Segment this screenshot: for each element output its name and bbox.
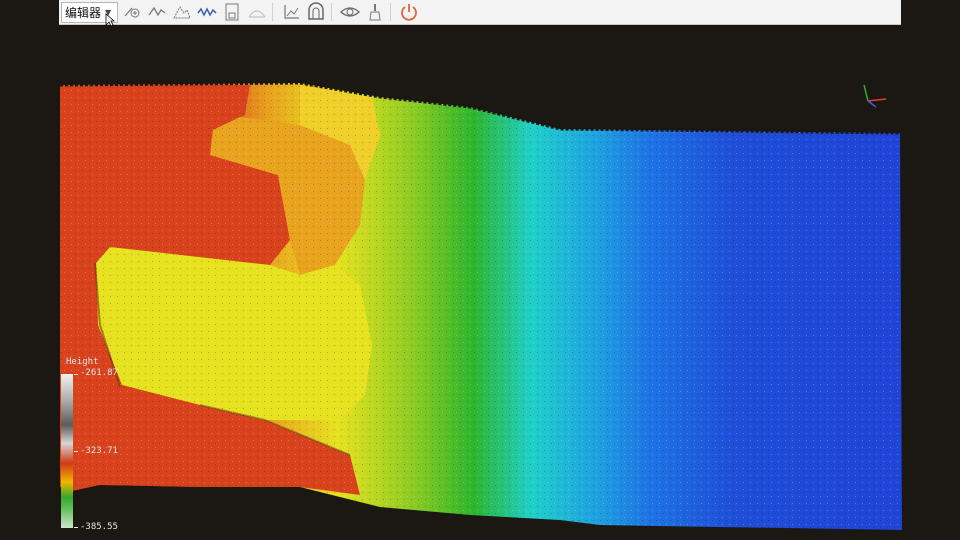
brush-icon[interactable] <box>364 1 386 23</box>
save-icon[interactable] <box>221 1 243 23</box>
measure-angle-icon[interactable] <box>246 1 268 23</box>
segment-icon[interactable] <box>121 1 143 23</box>
toolbar-separator <box>331 3 333 21</box>
legend-color-bar <box>61 374 73 528</box>
legend-title: Height <box>66 357 99 367</box>
polyline-icon[interactable] <box>146 1 168 23</box>
tunnel-icon[interactable] <box>305 1 327 23</box>
toolbar-separator <box>390 3 392 21</box>
legend-tick <box>74 451 78 452</box>
legend-tick <box>74 374 78 375</box>
profile-icon[interactable] <box>171 1 193 23</box>
toolbar: 编辑器 ▼ <box>59 0 901 25</box>
axes-gizmo-icon <box>863 84 887 108</box>
legend-tick <box>74 527 78 528</box>
toolbar-separator <box>272 3 274 21</box>
legend-max-label: -261.87 <box>80 368 118 378</box>
height-legend: Height -261.87 -323.71 -385.55 <box>60 355 180 535</box>
eye-icon[interactable] <box>339 1 361 23</box>
power-icon[interactable] <box>398 1 420 23</box>
legend-min-label: -385.55 <box>80 522 118 532</box>
axis-icon[interactable] <box>280 1 302 23</box>
mode-select-value: 编辑器 <box>65 5 102 20</box>
legend-mid-label: -323.71 <box>80 446 118 456</box>
waveform-icon[interactable] <box>196 1 218 23</box>
